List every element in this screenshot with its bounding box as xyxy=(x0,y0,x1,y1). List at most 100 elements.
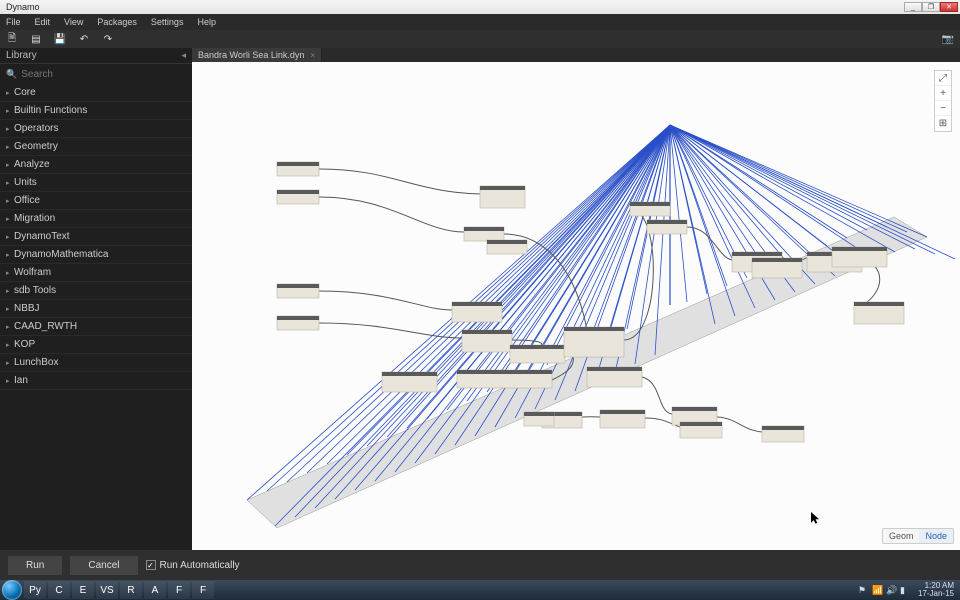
menu-file[interactable]: File xyxy=(6,17,21,27)
menu-view[interactable]: View xyxy=(64,17,83,27)
document-tab[interactable]: Bandra Worli Sea Link.dyn × xyxy=(192,48,322,62)
chevron-right-icon: ▸ xyxy=(6,215,14,223)
new-file-icon[interactable]: 🗎 xyxy=(6,33,18,45)
library-item[interactable]: ▸Ian xyxy=(0,372,192,390)
start-button[interactable] xyxy=(2,580,22,600)
taskbar-app[interactable]: Py xyxy=(24,581,46,599)
close-tab-icon[interactable]: × xyxy=(310,51,315,60)
chevron-right-icon: ▸ xyxy=(6,89,14,97)
run-bar: Run Cancel ✓ Run Automatically xyxy=(0,550,960,580)
library-item[interactable]: ▸Office xyxy=(0,192,192,210)
library-item-label: Wolfram xyxy=(14,267,51,278)
library-item-label: NBBJ xyxy=(14,303,40,314)
cancel-button[interactable]: Cancel xyxy=(70,556,137,575)
chevron-right-icon: ▸ xyxy=(6,269,14,277)
library-item[interactable]: ▸Migration xyxy=(0,210,192,228)
taskbar-app[interactable]: VS xyxy=(96,581,118,599)
library-item[interactable]: ▸Analyze xyxy=(0,156,192,174)
zoom-out-button[interactable]: − xyxy=(935,101,951,116)
chevron-right-icon: ▸ xyxy=(6,161,14,169)
minimize-button[interactable]: _ xyxy=(904,2,922,12)
library-item[interactable]: ▸DynamoText xyxy=(0,228,192,246)
menu-bar: File Edit View Packages Settings Help xyxy=(0,14,960,30)
tray-battery-icon[interactable]: ▮ xyxy=(900,585,910,595)
library-item-label: Geometry xyxy=(14,141,58,152)
window-title: Dynamo xyxy=(2,2,904,12)
taskbar-app[interactable]: R xyxy=(120,581,142,599)
library-item[interactable]: ▸Units xyxy=(0,174,192,192)
toggle-node[interactable]: Node xyxy=(919,529,953,543)
library-item-label: Migration xyxy=(14,213,55,224)
library-item[interactable]: ▸Builtin Functions xyxy=(0,102,192,120)
chevron-right-icon: ▸ xyxy=(6,377,14,385)
library-item-label: Office xyxy=(14,195,40,206)
library-item[interactable]: ▸Core xyxy=(0,84,192,102)
close-button[interactable]: ✕ xyxy=(940,2,958,12)
taskbar-app[interactable]: C xyxy=(48,581,70,599)
library-title: Library xyxy=(6,50,37,61)
chevron-right-icon: ▸ xyxy=(6,323,14,331)
toggle-geom[interactable]: Geom xyxy=(883,529,920,543)
fit-view-button[interactable]: ⊞ xyxy=(935,116,951,131)
chevron-right-icon: ▸ xyxy=(6,251,14,259)
library-item-label: Core xyxy=(14,87,36,98)
collapse-sidebar-icon[interactable]: ◂ xyxy=(181,50,186,61)
window-controls: _ ❐ ✕ xyxy=(904,2,958,12)
taskbar-app[interactable]: F xyxy=(192,581,214,599)
system-tray: ⚑ 📶 🔊 ▮ 1:20 AM 17-Jan-15 xyxy=(858,582,958,598)
zoom-extents-button[interactable]: ⤢ xyxy=(935,71,951,86)
taskbar-clock[interactable]: 1:20 AM 17-Jan-15 xyxy=(914,582,958,598)
library-item-label: LunchBox xyxy=(14,357,58,368)
view-toggle[interactable]: Geom Node xyxy=(882,528,954,544)
tray-volume-icon[interactable]: 🔊 xyxy=(886,585,896,595)
redo-icon[interactable]: ↷ xyxy=(102,33,114,45)
chevron-right-icon: ▸ xyxy=(6,287,14,295)
tray-flag-icon[interactable]: ⚑ xyxy=(858,585,868,595)
taskbar-app[interactable]: E xyxy=(72,581,94,599)
library-item-label: Builtin Functions xyxy=(14,105,87,116)
taskbar-app[interactable]: A xyxy=(144,581,166,599)
library-search[interactable]: 🔍 Search xyxy=(0,64,192,84)
library-item[interactable]: ▸Operators xyxy=(0,120,192,138)
library-item-label: CAAD_RWTH xyxy=(14,321,77,332)
library-item-label: Operators xyxy=(14,123,58,134)
view-controls: ⤢ + − ⊞ xyxy=(934,70,952,132)
library-item[interactable]: ▸DynamoMathematica xyxy=(0,246,192,264)
canvas-area: Bandra Worli Sea Link.dyn × ⤢ + − ⊞ Geom… xyxy=(192,48,960,550)
open-file-icon[interactable]: ▤ xyxy=(30,33,42,45)
window-titlebar: Dynamo _ ❐ ✕ xyxy=(0,0,960,14)
library-item-label: Ian xyxy=(14,375,28,386)
node-canvas[interactable]: ⤢ + − ⊞ Geom Node xyxy=(192,62,960,550)
library-item[interactable]: ▸sdb Tools xyxy=(0,282,192,300)
clock-date: 17-Jan-15 xyxy=(918,590,954,598)
taskbar-app[interactable]: F xyxy=(168,581,190,599)
library-item[interactable]: ▸CAAD_RWTH xyxy=(0,318,192,336)
library-item[interactable]: ▸Geometry xyxy=(0,138,192,156)
menu-help[interactable]: Help xyxy=(197,17,216,27)
undo-icon[interactable]: ↶ xyxy=(78,33,90,45)
chevron-right-icon: ▸ xyxy=(6,125,14,133)
save-file-icon[interactable]: 💾 xyxy=(54,33,66,45)
main-area: Library ◂ 🔍 Search ▸Core▸Builtin Functio… xyxy=(0,48,960,550)
library-item[interactable]: ▸NBBJ xyxy=(0,300,192,318)
run-button[interactable]: Run xyxy=(8,556,62,575)
library-item[interactable]: ▸LunchBox xyxy=(0,354,192,372)
zoom-in-button[interactable]: + xyxy=(935,86,951,101)
run-auto-label: Run Automatically xyxy=(160,560,240,571)
library-item-label: DynamoText xyxy=(14,231,70,242)
menu-packages[interactable]: Packages xyxy=(97,17,137,27)
screenshot-icon[interactable]: 📷 xyxy=(942,33,954,45)
maximize-button[interactable]: ❐ xyxy=(922,2,940,12)
chevron-right-icon: ▸ xyxy=(6,197,14,205)
run-auto-toggle[interactable]: ✓ Run Automatically xyxy=(146,560,240,571)
library-item-label: Units xyxy=(14,177,37,188)
library-sidebar: Library ◂ 🔍 Search ▸Core▸Builtin Functio… xyxy=(0,48,192,550)
document-tabstrip: Bandra Worli Sea Link.dyn × xyxy=(192,48,960,62)
tray-network-icon[interactable]: 📶 xyxy=(872,585,882,595)
menu-edit[interactable]: Edit xyxy=(35,17,51,27)
library-item[interactable]: ▸KOP xyxy=(0,336,192,354)
menu-settings[interactable]: Settings xyxy=(151,17,184,27)
library-item[interactable]: ▸Wolfram xyxy=(0,264,192,282)
library-header: Library ◂ xyxy=(0,48,192,64)
chevron-right-icon: ▸ xyxy=(6,305,14,313)
